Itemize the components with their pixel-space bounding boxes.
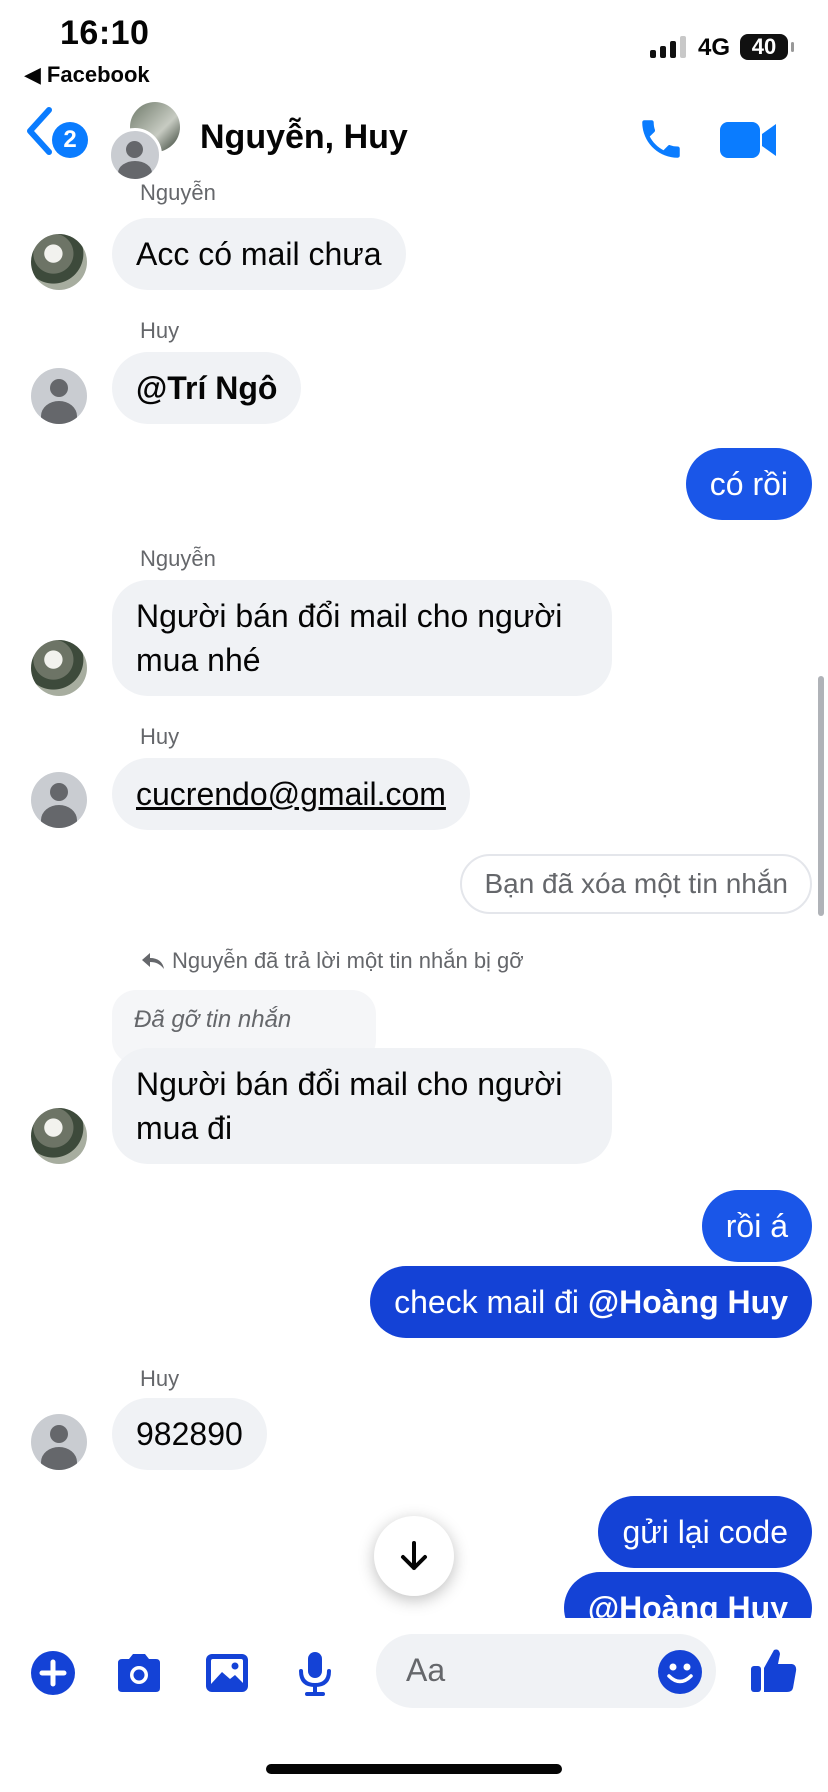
group-avatar-default[interactable]	[108, 128, 162, 182]
cellular-signal-icon	[650, 34, 686, 58]
back-to-app-link[interactable]: ◀ Facebook	[24, 62, 150, 88]
avatar[interactable]	[31, 368, 87, 424]
avatar[interactable]	[31, 1108, 87, 1164]
emoji-icon[interactable]	[656, 1648, 704, 1696]
scroll-to-bottom-button[interactable]	[374, 1516, 454, 1596]
sender-name: Nguyễn	[140, 546, 216, 571]
phone-icon[interactable]	[636, 114, 686, 164]
reply-note-text: Nguyễn đã trả lời một tin nhắn bị gỡ	[172, 948, 524, 973]
message-bubble-outgoing[interactable]: có rồi	[685, 448, 812, 520]
chat-title[interactable]: Nguyễn, Huy	[200, 118, 408, 157]
message-bubble-incoming[interactable]: 982890	[112, 1398, 267, 1470]
video-camera-icon[interactable]	[718, 118, 778, 162]
back-triangle-icon: ◀	[24, 62, 41, 87]
camera-icon[interactable]	[114, 1648, 164, 1698]
sender-name: Huy	[140, 318, 180, 343]
reply-note: Nguyễn đã trả lời một tin nhắn bị gỡ	[140, 948, 524, 974]
back-app-label: Facebook	[46, 62, 150, 87]
home-indicator	[266, 1764, 562, 1774]
message-bubble-outgoing[interactable]: gửi lại code	[598, 1496, 812, 1568]
email-link-bubble[interactable]: cucrendo@gmail.com	[112, 758, 470, 830]
scroll-indicator[interactable]	[818, 676, 824, 916]
reply-arrow-icon	[142, 953, 164, 969]
mention[interactable]: @Hoàng Huy	[588, 1284, 788, 1320]
network-type: 4G	[698, 34, 731, 61]
battery-indicator: 40	[740, 34, 794, 60]
avatar[interactable]	[31, 234, 87, 290]
avatar[interactable]	[31, 772, 87, 828]
microphone-icon[interactable]	[290, 1648, 340, 1698]
back-chevron-icon[interactable]	[24, 106, 54, 156]
thumbs-up-icon[interactable]	[748, 1644, 800, 1696]
message-bubble-incoming[interactable]: @Trí Ngô	[112, 352, 302, 424]
plus-icon[interactable]	[28, 1648, 78, 1698]
sender-name: Huy	[140, 724, 180, 749]
message-bubble-outgoing[interactable]: rồi á	[701, 1190, 812, 1262]
message-text: check mail đi	[394, 1284, 588, 1320]
message-bubble-outgoing[interactable]: check mail đi @Hoàng Huy	[370, 1266, 812, 1338]
avatar[interactable]	[31, 1414, 87, 1470]
message-bubble-incoming[interactable]: Acc có mail chưa	[112, 218, 406, 290]
message-bubble-incoming[interactable]: Người bán đổi mail cho người mua nhé	[112, 580, 612, 696]
unread-count-badge[interactable]: 2	[52, 122, 88, 158]
arrow-down-icon	[401, 1541, 427, 1570]
sender-name: Huy	[140, 1366, 180, 1391]
deleted-message-notice[interactable]: Bạn đã xóa một tin nhắn	[460, 854, 812, 914]
avatar[interactable]	[31, 640, 87, 696]
message-bubble-incoming[interactable]: Người bán đổi mail cho người mua đi	[112, 1048, 612, 1164]
message-input-placeholder: Aa	[406, 1652, 446, 1688]
gallery-icon[interactable]	[202, 1648, 252, 1698]
sender-name: Nguyễn	[140, 180, 216, 205]
status-time: 16:10	[60, 14, 150, 52]
